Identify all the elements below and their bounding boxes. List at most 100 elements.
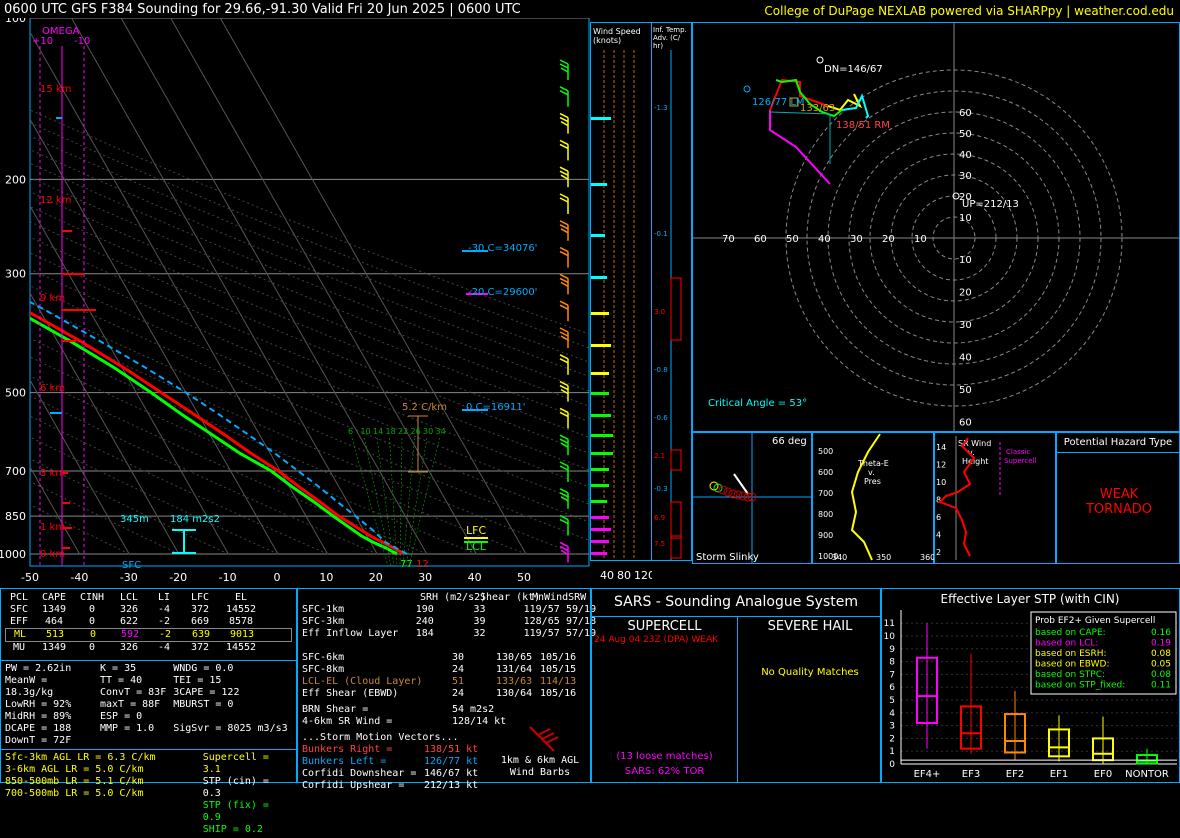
stp-legend-label: based on EBWD: xyxy=(1035,660,1110,670)
parcel-label-34: 34 xyxy=(436,427,446,436)
minus20-level: -20 C=29600' xyxy=(468,287,537,298)
thetae-y-800: 800 xyxy=(818,510,833,519)
sars-title: SARS - Sounding Analogue System xyxy=(592,589,880,617)
temp-advection-panel: Inf. Temp. Adv. (C/ hr) -1.3 -0.1 3.0 -0.8 -… xyxy=(651,22,692,561)
index-line: MeanW = 18.3g/kg xyxy=(5,675,54,698)
hodo-tick-n40: 40 xyxy=(959,150,972,161)
temp-tick-30: 30 xyxy=(418,571,432,584)
index-line: PW = 2.62in xyxy=(5,663,72,674)
svg-text:Adv. (C/: Adv. (C/ xyxy=(653,34,681,42)
svg-text:Inf. Temp.: Inf. Temp. xyxy=(653,26,687,34)
index-line: MidRH = 89% xyxy=(5,711,72,722)
hodograph: 60504030201070 60 50 40 30 20 10102030405060 D… xyxy=(692,22,1180,432)
credit-line: College of DuPage NEXLAB powered via SHA… xyxy=(764,4,1174,18)
stp-cat-EF1: EF1 xyxy=(1050,769,1068,780)
stp-legend-value: 0.08 xyxy=(1151,670,1171,680)
parcel-row-sfc: SFC 1349 0 326 -4 372 14552 xyxy=(9,604,257,615)
stp-legend-label: based on ESRH: xyxy=(1035,649,1107,659)
wind-speed-title: Wind Speed xyxy=(593,27,641,36)
parcel-row-ml: ML 513 0 592 -2 639 9013 xyxy=(5,628,292,642)
hodo-mean-wind: 133/63 xyxy=(800,103,835,114)
eff-inflow-base: 345m xyxy=(120,514,149,525)
stp-y-10: 10 xyxy=(884,632,896,642)
svg-text:Supercell: Supercell xyxy=(1004,457,1036,465)
lapse-rate: 850-500mb LR = 5.1 C/km xyxy=(5,776,144,787)
stp-cat-EF4+: EF4+ xyxy=(914,769,941,780)
wind-speed-panel: Wind Speed (knots) 40 80 120 xyxy=(590,22,652,582)
temp-tick--10: -10 xyxy=(219,571,237,584)
stp-y-8: 8 xyxy=(889,658,895,668)
adv-value-0: -1.3 xyxy=(654,104,668,112)
omega-tick-pos: +10 xyxy=(32,36,53,47)
parcel-label-22: 22 xyxy=(398,427,408,436)
parcel-label-26: 26 xyxy=(411,427,421,436)
wind-speed-bar xyxy=(591,117,611,120)
hazard-panel: Potential Hazard Type WEAK TORNADO xyxy=(1056,432,1180,564)
stp-cat-NONTOR: NONTOR xyxy=(1125,769,1169,780)
hodo-right-mover: 138/51 RM xyxy=(836,120,890,131)
thetae-y-500: 500 xyxy=(818,447,833,456)
adv-value-3: -0.8 xyxy=(654,366,668,374)
wind-speed-bar xyxy=(591,468,609,471)
height-3km: 3 km xyxy=(40,468,65,479)
stp-panel: Effective Layer STP (with CIN) 0 1 2 3 4 5 6 7 8… xyxy=(881,588,1180,783)
hodo-tick-w50: 50 xyxy=(786,234,799,245)
eff-srh-label: 184 m2s2 xyxy=(170,514,220,525)
sounding-title: 0600 UTC GFS F384 Sounding for 29.66,-91… xyxy=(4,2,521,17)
wind-speed-bar xyxy=(591,276,607,279)
wind-speed-bar xyxy=(591,500,607,503)
index-line: MMP = 1.0 xyxy=(100,723,155,734)
lapse-rate: Sfc-3km AGL LR = 6.3 C/km xyxy=(5,752,156,763)
index-line: K = 35 xyxy=(100,663,137,674)
index-line: LowRH = 92% xyxy=(5,699,72,710)
thetae-x-340: 340 xyxy=(832,553,847,562)
index-line: TEI = 15 xyxy=(173,675,222,686)
stp-y-3: 3 xyxy=(889,722,895,732)
index-line: WNDG = 0.0 xyxy=(173,663,234,674)
svg-text:Height: Height xyxy=(962,457,988,466)
kinematic-row: SFC-8km 24 131/64 105/15 xyxy=(302,664,577,675)
hodo-upshear: UP=212/13 xyxy=(962,199,1019,210)
index-line: maxT = 88F xyxy=(100,699,161,710)
omega-tick-neg: -10 xyxy=(74,36,90,47)
kinematic-row: Eff Shear (EBWD) 24 130/64 105/16 xyxy=(302,688,577,699)
minus30-level: -30 C=34076' xyxy=(468,243,537,254)
stp-legend-label: based on STP_fixed: xyxy=(1035,681,1125,691)
svg-text:Pres: Pres xyxy=(864,477,881,486)
parcel-label-18: 18 xyxy=(386,427,396,436)
stp-legend-value: 0.16 xyxy=(1151,628,1171,638)
index-line: MBURST = 0 xyxy=(173,699,234,710)
kinematics-panel: SRH (m2/s2) Shear (kt) MnWind SRW SFC-1k… xyxy=(297,588,596,791)
adv-value-2: 3.0 xyxy=(654,308,665,316)
hodo-tick-n10: 10 xyxy=(959,213,972,224)
adv-value-7: 6.9 xyxy=(654,514,665,522)
stp-legend-value: 0.19 xyxy=(1151,639,1171,649)
hodo-tick-n60: 60 xyxy=(959,108,972,119)
kinematic-row: SFC-6km 30 130/65 105/16 xyxy=(302,652,577,663)
hodo-tick-s30: 30 xyxy=(959,320,972,331)
brn-label: BRN Shear = xyxy=(302,704,369,715)
wind-speed-bar xyxy=(591,414,611,417)
wind-speed-bar xyxy=(591,234,605,237)
sars-hail-matches: No Quality Matches xyxy=(761,667,859,678)
temp-tick--30: -30 xyxy=(120,571,138,584)
thetae-y-600: 600 xyxy=(818,468,833,477)
temp-tick-0: 0 xyxy=(274,571,281,584)
ws-tick-40: 40 xyxy=(600,569,614,582)
freezing-level: 0 C=16911' xyxy=(466,402,525,413)
sr-y-10: 10 xyxy=(936,478,946,487)
lfc-label: LFC xyxy=(466,524,486,537)
brn-value: 54 m2s2 xyxy=(452,704,495,715)
height-6km: 6 km xyxy=(40,383,65,394)
sr-y-12: 12 xyxy=(936,461,946,470)
stp-y-9: 9 xyxy=(889,645,895,655)
storm-slinky: 66 deg Storm Slinky xyxy=(692,432,812,564)
storm-motion: Corfidi Upshear = 212/13 kt xyxy=(302,780,479,791)
pressure-label-300: 300 xyxy=(5,268,26,281)
lapse-rate: 700-500mb LR = 5.0 C/km xyxy=(5,788,144,799)
srwind-panel: 1412108642 SR Wind v. Height Classic Sup… xyxy=(934,432,1056,564)
adv-value-8: 7.5 xyxy=(654,540,665,548)
wind-speed-bar xyxy=(591,528,611,531)
wind-speed-bar xyxy=(591,434,613,437)
hodo-tick-w40: 40 xyxy=(818,234,831,245)
